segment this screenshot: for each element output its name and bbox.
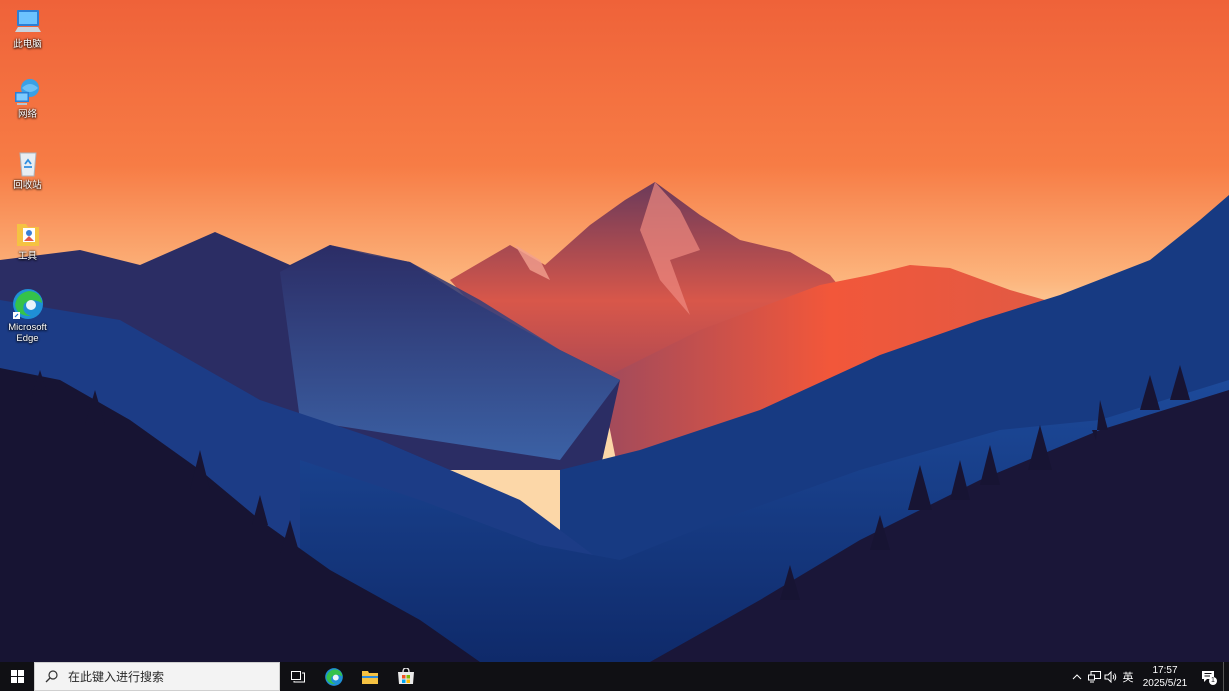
desktop-icon-this-pc[interactable]: 此电脑	[3, 6, 52, 50]
edge-icon	[325, 667, 343, 686]
desktop-icon-label: Microsoft Edge	[8, 322, 47, 344]
notification-center-button[interactable]: 1	[1193, 662, 1223, 691]
desktop-icon-label: 网络	[17, 109, 37, 120]
store-icon	[398, 668, 414, 684]
folder-icon	[16, 224, 39, 246]
taskbar-clock[interactable]: 17:57 2025/5/21	[1137, 664, 1193, 690]
edge-icon	[12, 289, 43, 319]
desktop-icon-label: 工具	[17, 251, 37, 262]
tray-volume-button[interactable]	[1102, 662, 1119, 691]
clock-date: 2025/5/21	[1142, 677, 1188, 689]
network-tray-icon	[1087, 670, 1101, 682]
search-icon	[45, 670, 58, 683]
taskbar: 英 17:57 2025/5/21 1	[0, 662, 1229, 691]
speaker-icon	[1104, 670, 1117, 683]
show-desktop-button[interactable]	[1223, 662, 1229, 691]
desktop-icon-label: 此电脑	[13, 39, 42, 50]
network-icon	[14, 79, 39, 105]
taskbar-store-button[interactable]	[388, 662, 424, 691]
folder-icon	[362, 670, 378, 684]
taskbar-file-explorer-button[interactable]	[352, 662, 388, 691]
notification-count-badge: 1	[1209, 677, 1217, 685]
system-tray: 英 17:57 2025/5/21 1	[1068, 662, 1229, 691]
input-method-indicator[interactable]: 英	[1119, 662, 1137, 691]
task-view-icon	[291, 670, 305, 682]
chevron-up-icon	[1072, 673, 1082, 679]
recycle-bin-icon	[18, 152, 37, 177]
windows-logo-icon	[10, 670, 24, 683]
desktop-icon-tools[interactable]: 工具	[3, 218, 52, 262]
clock-time: 17:57	[1152, 664, 1178, 676]
desktop-icon-network[interactable]: 网络	[3, 76, 52, 120]
computer-icon	[14, 10, 41, 32]
task-view-button[interactable]	[280, 662, 316, 691]
start-button[interactable]	[0, 662, 34, 691]
taskbar-search-box[interactable]	[34, 662, 280, 691]
tray-network-button[interactable]	[1086, 662, 1102, 691]
desktop-icon-recycle-bin[interactable]: 回收站	[3, 147, 52, 191]
desktop-icon-edge[interactable]: Microsoft Edge	[3, 287, 52, 344]
search-input[interactable]	[66, 668, 270, 685]
desktop-icon-label: 回收站	[13, 180, 42, 191]
tray-overflow-button[interactable]	[1068, 662, 1086, 691]
taskbar-edge-button[interactable]	[316, 662, 352, 691]
desktop-wallpaper[interactable]	[0, 0, 1229, 662]
